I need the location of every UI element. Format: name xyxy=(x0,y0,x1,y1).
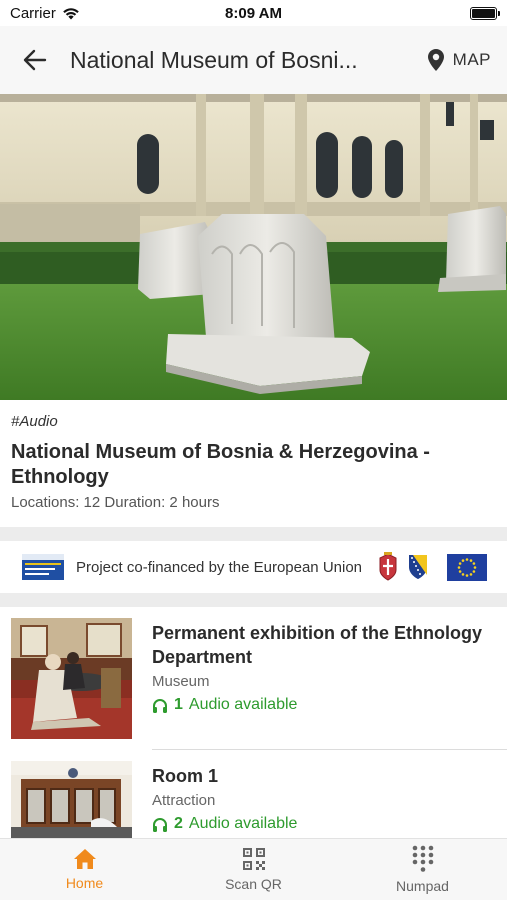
status-bar: Carrier 8:09 AM xyxy=(0,0,507,26)
screen: Carrier 8:09 AM National Museum of Bosni… xyxy=(0,0,507,900)
audio-label: Audio available xyxy=(188,815,298,832)
tab-label: Numpad xyxy=(396,878,449,894)
tour-info: #Audio National Museum of Bosnia & Herze… xyxy=(0,400,507,527)
item-title: Permanent exhibition of the Ethnology De… xyxy=(152,623,483,667)
audio-availability: 2 Audio available xyxy=(152,815,495,833)
audio-label: Audio available xyxy=(188,696,298,713)
item-thumbnail xyxy=(11,761,132,838)
item-type: Museum xyxy=(152,673,210,690)
headphones-icon xyxy=(153,817,167,832)
numpad-icon xyxy=(412,845,433,872)
page-title: National Museum of Bosni... xyxy=(70,46,358,73)
map-label: MAP xyxy=(452,50,491,69)
tour-tag: #Audio xyxy=(11,413,58,430)
project-logo-icon xyxy=(22,554,64,580)
tour-title: National Museum of Bosnia & Herzegovina … xyxy=(11,441,430,488)
section-separator xyxy=(0,527,507,541)
funding-banner: Project co-financed by the European Unio… xyxy=(0,541,507,593)
tour-meta: Locations: 12 Duration: 2 hours xyxy=(11,494,220,511)
tab-numpad[interactable]: Numpad xyxy=(338,839,507,900)
home-icon xyxy=(73,849,96,869)
item-thumbnail xyxy=(11,618,132,739)
tab-home[interactable]: Home xyxy=(0,839,169,900)
item-title: Room 1 xyxy=(152,766,219,786)
back-button[interactable] xyxy=(0,26,70,94)
funding-text: Project co-financed by the European Unio… xyxy=(76,558,363,576)
item-text: Permanent exhibition of the Ethnology De… xyxy=(152,621,495,714)
tab-bar: Home Scan QR Numpad xyxy=(0,838,507,900)
navigation-bar: National Museum of Bosni... MAP xyxy=(0,26,507,94)
tab-label: Scan QR xyxy=(225,876,282,892)
carrier-group: Carrier xyxy=(10,5,80,22)
audio-availability: 1 Audio available xyxy=(152,696,495,714)
hero-image xyxy=(0,94,507,400)
audio-count: 1 xyxy=(174,696,183,713)
tab-label: Home xyxy=(65,875,104,891)
eu-flag-icon xyxy=(447,553,487,581)
list-item[interactable]: Permanent exhibition of the Ethnology De… xyxy=(0,607,507,750)
audio-count: 2 xyxy=(174,815,183,832)
map-pin-icon xyxy=(427,49,444,71)
battery-icon xyxy=(470,6,500,20)
map-button[interactable]: MAP xyxy=(427,48,507,72)
bosnia-coat-of-arms-icon xyxy=(409,555,427,579)
arrow-left-icon xyxy=(23,49,47,71)
serbia-coat-of-arms-icon xyxy=(379,552,397,581)
item-type: Attraction xyxy=(152,792,216,809)
headphones-icon xyxy=(153,698,167,713)
qr-code-icon xyxy=(242,848,265,870)
tab-scan-qr[interactable]: Scan QR xyxy=(169,839,338,900)
wifi-icon xyxy=(63,7,79,19)
carrier-label: Carrier xyxy=(10,4,56,22)
item-text: Room 1 Attraction 2 Audio available xyxy=(152,764,495,833)
section-separator xyxy=(0,593,507,607)
